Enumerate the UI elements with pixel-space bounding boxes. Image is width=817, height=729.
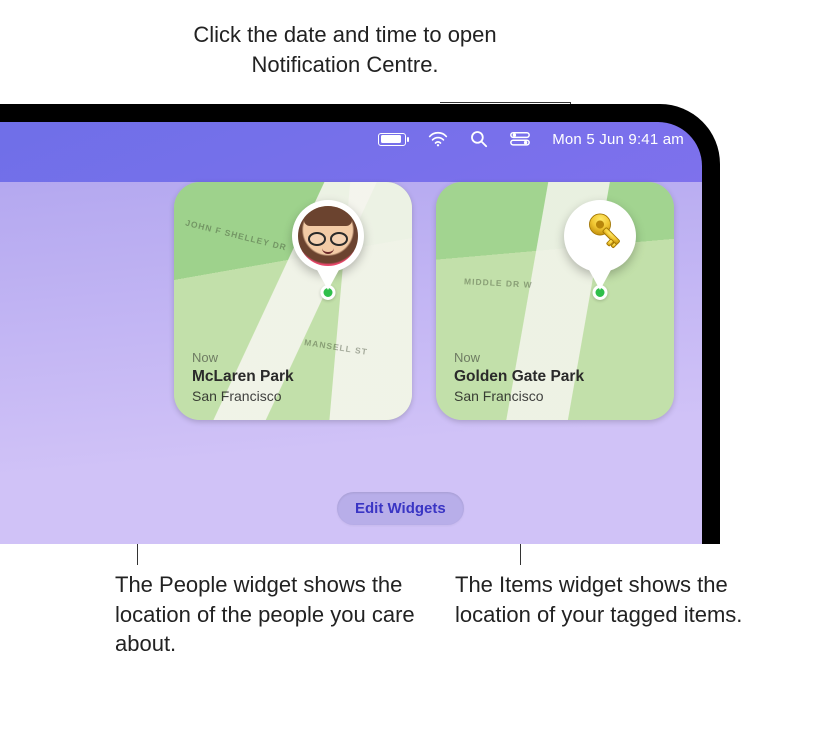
device-frame: Mon 5 Jun 9:41 am JOHN F SHELLEY DR MANS…	[0, 104, 720, 544]
location-pin-person	[292, 200, 364, 272]
widget-city: San Francisco	[454, 388, 584, 404]
find-my-items-widget[interactable]: MIDDLE DR W	[436, 182, 674, 420]
battery-icon[interactable]	[378, 133, 406, 146]
location-pin-item	[564, 200, 636, 272]
wifi-icon[interactable]	[428, 130, 448, 148]
menubar: Mon 5 Jun 9:41 am	[0, 122, 702, 156]
widget-timestamp: Now	[454, 350, 584, 365]
widget-info: Now McLaren Park San Francisco	[192, 350, 294, 404]
widget-info: Now Golden Gate Park San Francisco	[454, 350, 584, 404]
find-my-people-widget[interactable]: JOHN F SHELLEY DR MANSELL ST Now McLaren…	[174, 182, 412, 420]
control-centre-icon[interactable]	[510, 131, 530, 147]
callout-items-widget: The Items widget shows the location of y…	[455, 570, 755, 629]
screen: Mon 5 Jun 9:41 am JOHN F SHELLEY DR MANS…	[0, 122, 702, 544]
callout-datetime: Click the date and time to open Notifica…	[175, 20, 515, 79]
widget-place: McLaren Park	[192, 368, 294, 386]
pin-dot-icon	[321, 285, 336, 300]
widget-timestamp: Now	[192, 350, 294, 365]
menubar-datetime[interactable]: Mon 5 Jun 9:41 am	[552, 131, 684, 148]
widget-city: San Francisco	[192, 388, 294, 404]
edit-widgets-button[interactable]: Edit Widgets	[337, 492, 464, 525]
spotlight-search-icon[interactable]	[470, 130, 488, 148]
key-icon	[574, 210, 626, 262]
pin-dot-icon	[593, 285, 608, 300]
callout-people-widget: The People widget shows the location of …	[115, 570, 415, 659]
leader-line	[440, 102, 570, 103]
avatar-icon	[298, 206, 358, 266]
notification-centre: JOHN F SHELLEY DR MANSELL ST Now McLaren…	[0, 182, 702, 544]
widget-place: Golden Gate Park	[454, 368, 584, 386]
